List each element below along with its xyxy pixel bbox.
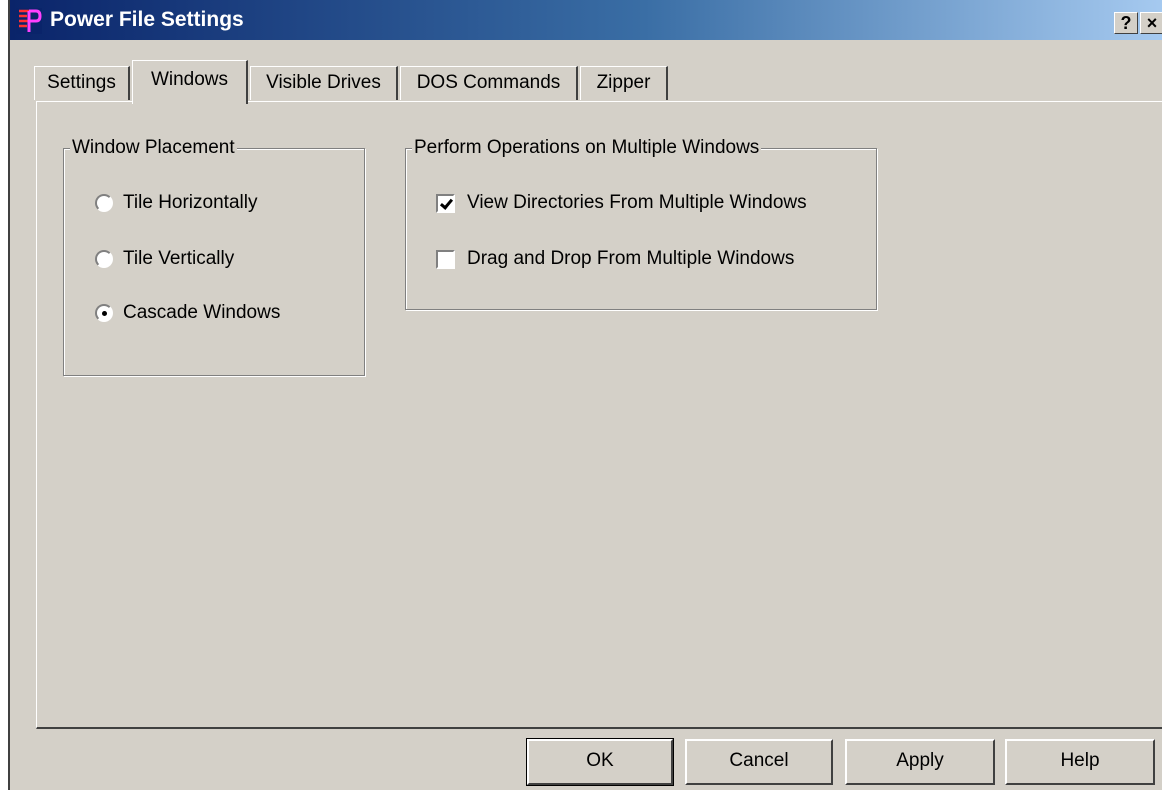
radio-cascade-windows[interactable]: Cascade Windows	[95, 299, 280, 327]
close-title-button[interactable]: ×	[1140, 12, 1162, 34]
tab-visible-drives[interactable]: Visible Drives	[250, 66, 398, 100]
checkbox-view-directories[interactable]: View Directories From Multiple Windows	[436, 189, 807, 217]
power-file-logo-icon	[16, 8, 42, 34]
radio-button[interactable]	[95, 250, 113, 268]
tab-zipper[interactable]: Zipper	[580, 66, 668, 100]
checkbox[interactable]	[436, 249, 455, 269]
checkbox-drag-and-drop[interactable]: Drag and Drop From Multiple Windows	[436, 245, 794, 273]
cancel-button[interactable]: Cancel	[685, 739, 833, 785]
apply-button[interactable]: Apply	[845, 739, 995, 785]
radio-button[interactable]	[95, 194, 113, 212]
multiple-windows-group: Perform Operations on Multiple Windows V…	[405, 137, 877, 310]
tab-windows[interactable]: Windows	[132, 60, 248, 104]
title-bar[interactable]: Power File Settings ? ×	[10, 0, 1162, 40]
window-placement-group: Window Placement Tile Horizontally Tile …	[63, 137, 365, 376]
radio-label: Tile Vertically	[123, 248, 235, 269]
tab-panel-windows: Window Placement Tile Horizontally Tile …	[36, 101, 1162, 729]
radio-button[interactable]	[95, 304, 113, 322]
multiple-windows-legend: Perform Operations on Multiple Windows	[412, 137, 762, 159]
tab-settings[interactable]: Settings	[34, 66, 130, 100]
tab-dos-commands[interactable]: DOS Commands	[400, 66, 578, 100]
checkbox-label: Drag and Drop From Multiple Windows	[467, 248, 795, 269]
radio-tile-horizontally[interactable]: Tile Horizontally	[95, 189, 257, 217]
checkbox-label: View Directories From Multiple Windows	[467, 192, 807, 213]
settings-dialog: Power File Settings ? × Settings Windows…	[8, 0, 1162, 790]
ok-button[interactable]: OK	[526, 738, 674, 786]
radio-label: Cascade Windows	[123, 302, 281, 323]
tab-strip: Settings Windows Visible Drives DOS Comm…	[10, 58, 1162, 104]
help-button[interactable]: Help	[1005, 739, 1155, 785]
help-title-button[interactable]: ?	[1114, 12, 1138, 34]
radio-tile-vertically[interactable]: Tile Vertically	[95, 245, 234, 273]
checkbox[interactable]	[436, 193, 455, 213]
radio-label: Tile Horizontally	[123, 192, 258, 213]
window-title: Power File Settings	[50, 8, 244, 31]
window-placement-legend: Window Placement	[70, 137, 237, 159]
